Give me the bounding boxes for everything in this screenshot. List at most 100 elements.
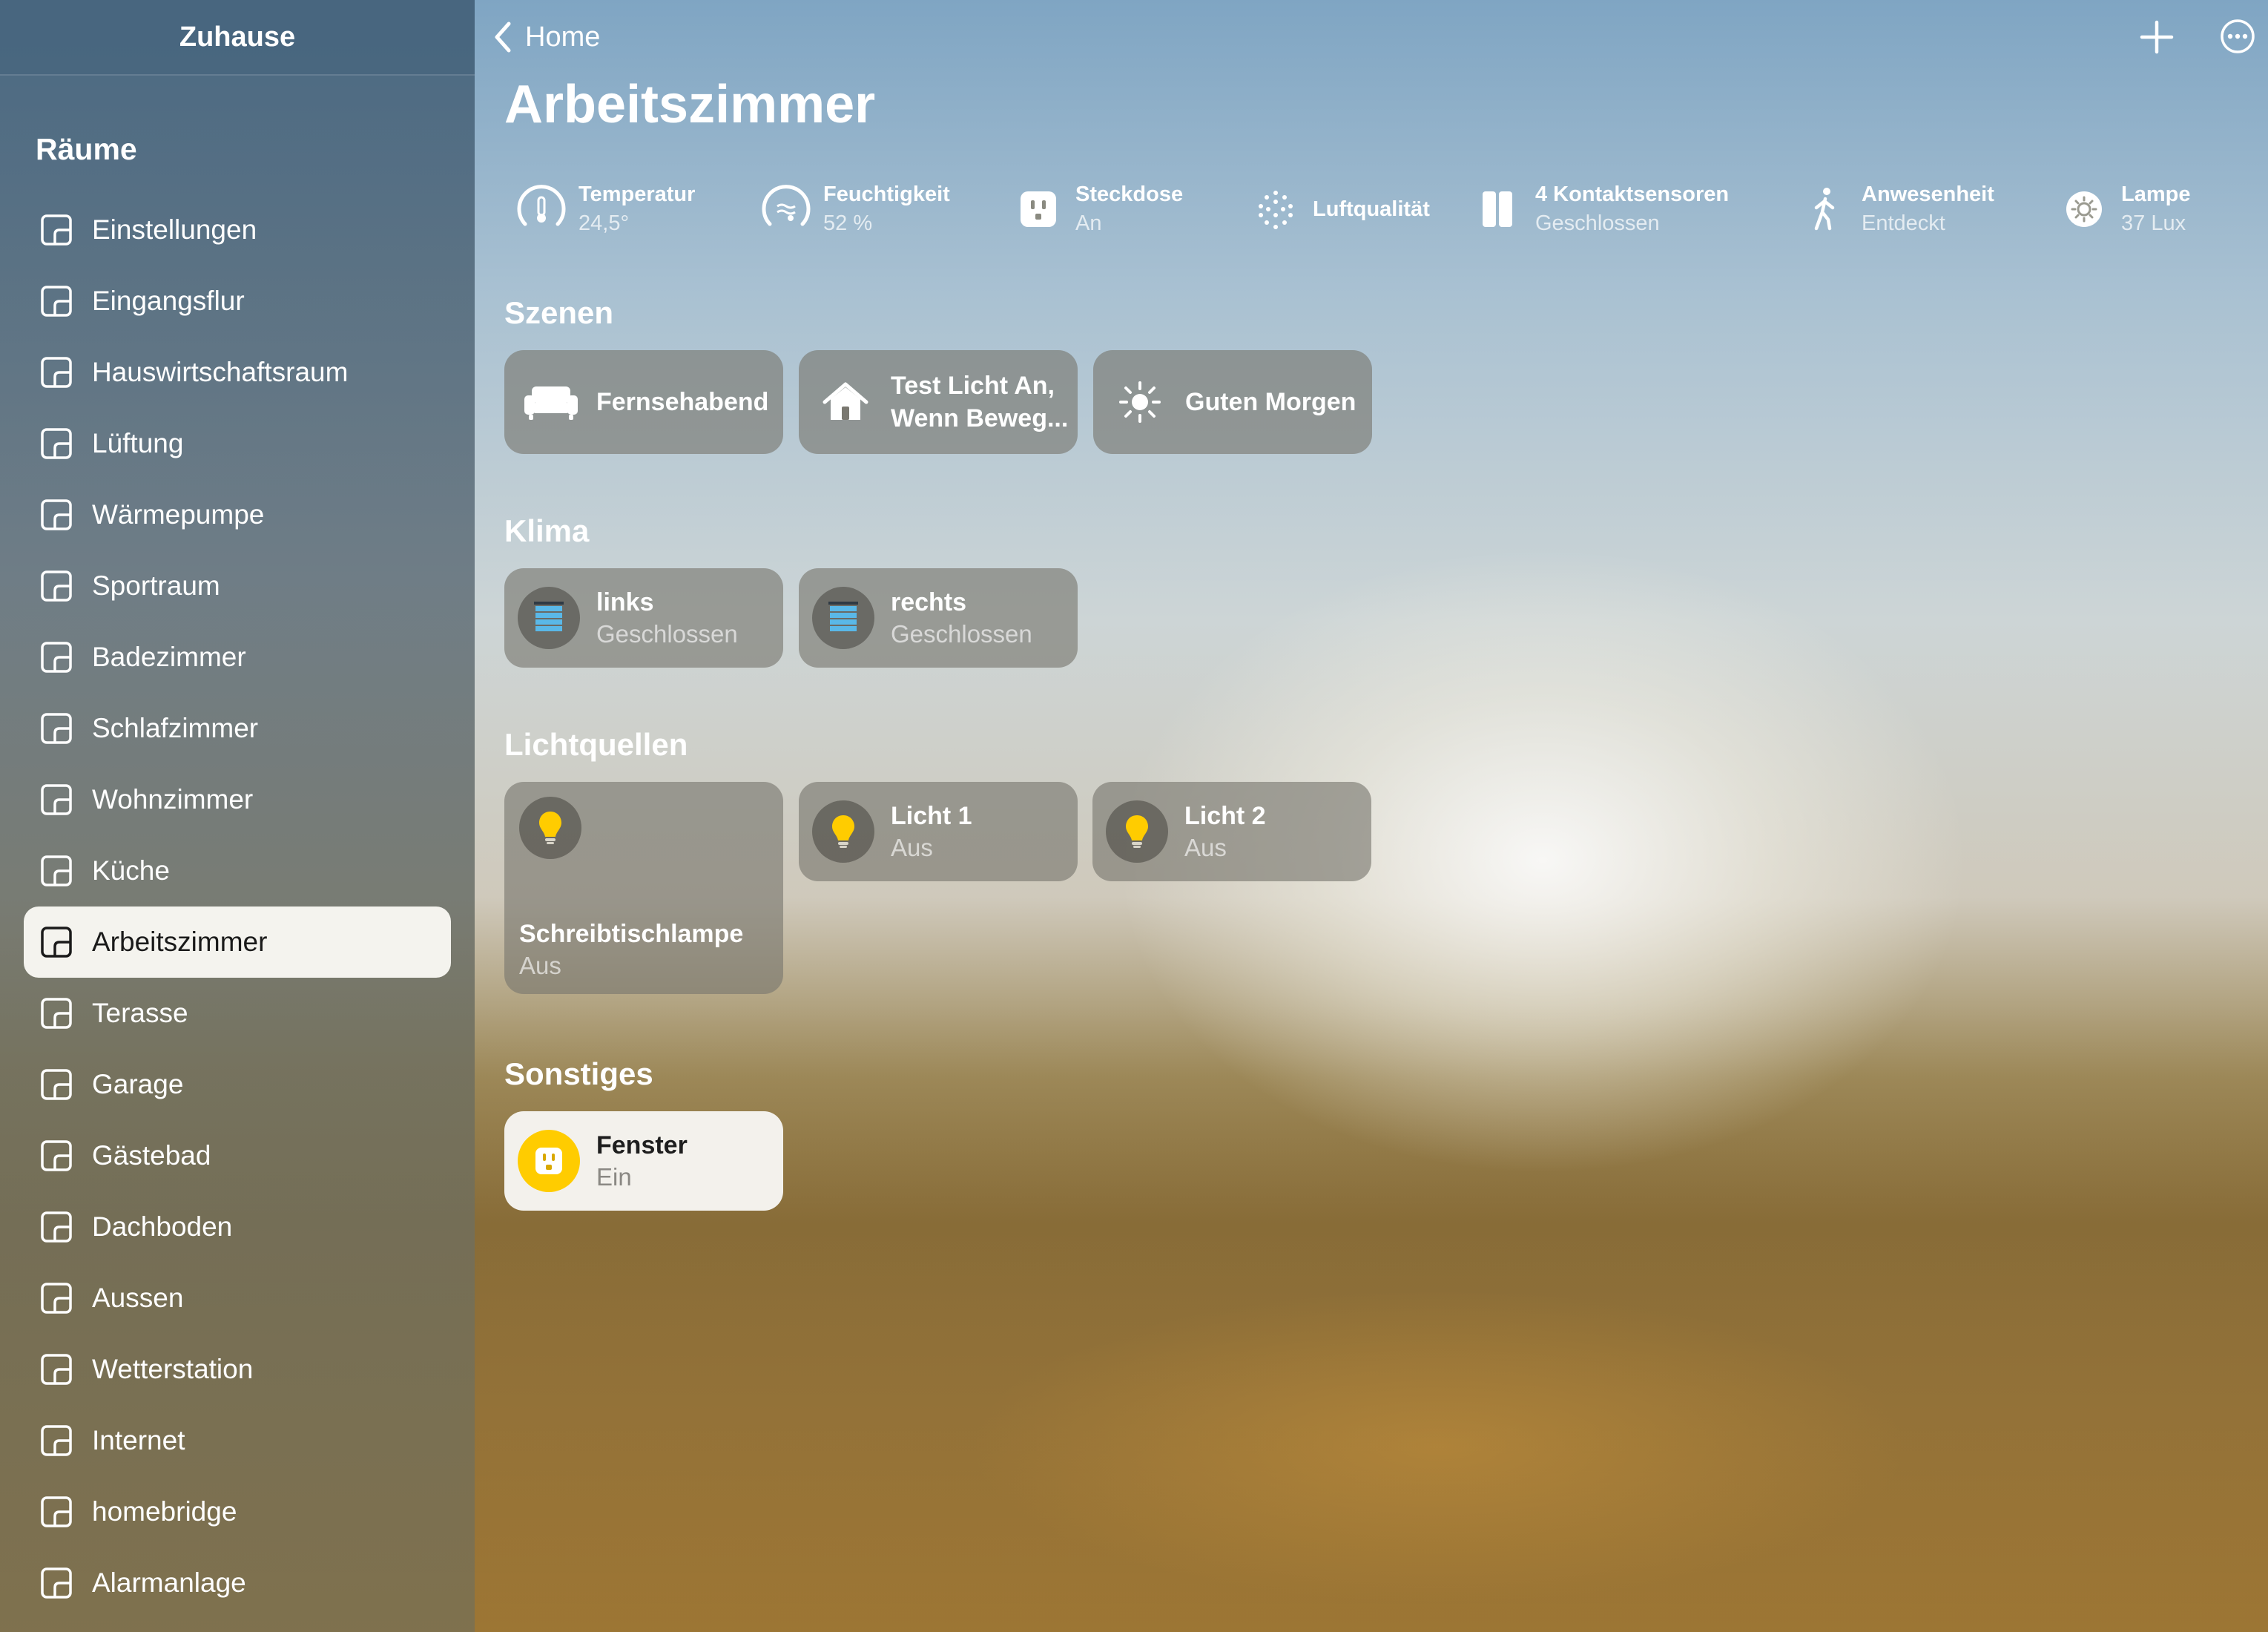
light-tile-schreibtischlampe[interactable]: Schreibtischlampe Aus <box>504 782 783 994</box>
accessory-name: Licht 1 <box>891 801 972 830</box>
sidebar-item-dachboden[interactable]: Dachboden <box>24 1191 451 1263</box>
scene-tile-test-licht[interactable]: Test Licht An, Wenn Beweg... <box>799 350 1078 454</box>
sidebar-item-label: Dachboden <box>92 1211 233 1242</box>
contact-sensor-icon <box>1468 180 1528 239</box>
status-summary-row: Temperatur 24,5° Feuchtigkeit 52 % Steckdo… <box>504 172 2268 246</box>
sidebar-item-lüftung[interactable]: Lüftung <box>24 408 451 479</box>
sidebar-item-hauswirtschaftsraum[interactable]: Hauswirtschaftsraum <box>24 337 451 408</box>
sidebar-item-sportraum[interactable]: Sportraum <box>24 550 451 622</box>
page-title: Arbeitszimmer <box>504 75 876 134</box>
room-icon <box>40 1068 73 1101</box>
status-outlet[interactable]: Steckdose An <box>1009 172 1183 246</box>
sidebar-item-einstellungen[interactable]: Einstellungen <box>24 194 451 266</box>
sidebar-item-terasse[interactable]: Terasse <box>24 978 451 1049</box>
blinds-icon <box>518 587 580 649</box>
sidebar-title: Zuhause <box>179 21 296 53</box>
lightbulb-icon <box>812 800 874 863</box>
blinds-tile-rechts[interactable]: rechts Geschlossen <box>799 568 1078 668</box>
sidebar-item-label: Wärmepumpe <box>92 499 265 530</box>
air-quality-icon <box>1246 180 1305 239</box>
sun-icon <box>1111 373 1169 431</box>
sidebar-item-wetterstation[interactable]: Wetterstation <box>24 1334 451 1405</box>
accessory-state: Aus <box>891 833 933 861</box>
plus-icon <box>2140 20 2174 54</box>
status-value: An <box>1075 211 1102 235</box>
status-contact-sensors[interactable]: 4 Kontaktsensoren Geschlossen <box>1468 172 1729 246</box>
scene-label: Fernsehabend <box>596 388 769 416</box>
status-title: Luftqualität <box>1313 197 1430 221</box>
scene-label-line1: Test Licht An, <box>891 372 1055 400</box>
accessory-name: links <box>596 588 654 616</box>
room-icon <box>40 1211 73 1243</box>
sidebar-item-label: Schlafzimmer <box>92 713 259 743</box>
status-title: Feuchtigkeit <box>823 182 950 206</box>
sidebar-item-schlafzimmer[interactable]: Schlafzimmer <box>24 693 451 764</box>
sidebar-item-eingangsflur[interactable]: Eingangsflur <box>24 266 451 337</box>
sidebar-item-label: Garage <box>92 1069 184 1099</box>
scene-tile-fernsehabend[interactable]: Fernsehabend <box>504 350 783 454</box>
status-temperature[interactable]: Temperatur 24,5° <box>512 172 695 246</box>
back-button[interactable]: Home <box>492 16 600 58</box>
sidebar-item-homebridge[interactable]: homebridge <box>24 1476 451 1547</box>
room-list: Einstellungen Eingangsflur Hauswirtschafts… <box>24 194 451 1619</box>
status-title: Temperatur <box>578 182 696 206</box>
sidebar-item-wärmepumpe[interactable]: Wärmepumpe <box>24 479 451 550</box>
accessory-name: Fenster <box>596 1131 688 1159</box>
accessory-state: Geschlossen <box>891 619 1032 648</box>
lightbulb-icon <box>1106 800 1168 863</box>
room-icon <box>40 499 73 531</box>
blinds-tile-links[interactable]: links Geschlossen <box>504 568 783 668</box>
light-tile-licht-1[interactable]: Licht 1 Aus <box>799 782 1078 881</box>
sofa-icon <box>522 373 580 431</box>
add-button[interactable] <box>2136 16 2178 58</box>
scene-tile-guten-morgen[interactable]: Guten Morgen <box>1093 350 1372 454</box>
sidebar-item-alarmanlage[interactable]: Alarmanlage <box>24 1547 451 1619</box>
status-value: 37 Lux <box>2121 211 2186 235</box>
status-value: Entdeckt <box>1862 211 1945 235</box>
scenes-section-title: Szenen <box>504 295 614 330</box>
accessory-name: Licht 2 <box>1184 801 1266 830</box>
sidebar-item-aussen[interactable]: Aussen <box>24 1263 451 1334</box>
status-humidity[interactable]: Feuchtigkeit 52 % <box>756 172 950 246</box>
outlet-icon <box>518 1130 580 1192</box>
sidebar-item-label: Lüftung <box>92 428 184 458</box>
room-icon <box>40 1139 73 1172</box>
scene-label: Guten Morgen <box>1185 388 1356 416</box>
status-value: 24,5° <box>578 211 630 235</box>
room-icon <box>40 997 73 1030</box>
lights-section-title: Lichtquellen <box>504 727 688 762</box>
sidebar-item-küche[interactable]: Küche <box>24 835 451 907</box>
status-air-quality[interactable]: Luftqualität <box>1246 172 1430 246</box>
status-light-sensor[interactable]: Lampe 37 Lux <box>2054 172 2190 246</box>
sidebar-item-label: Wetterstation <box>92 1354 254 1384</box>
sidebar-item-label: Aussen <box>92 1283 184 1313</box>
sidebar-item-label: Arbeitszimmer <box>92 927 268 957</box>
sidebar-item-label: Einstellungen <box>92 214 257 245</box>
rooms-section-title: Räume <box>36 132 137 166</box>
ellipsis-circle-icon <box>2221 19 2255 53</box>
outlet-icon <box>1009 180 1068 239</box>
status-value: Geschlossen <box>1535 211 1660 235</box>
outlet-tile-fenster[interactable]: Fenster Ein <box>504 1111 783 1211</box>
sidebar-item-arbeitszimmer[interactable]: Arbeitszimmer <box>24 907 451 978</box>
room-icon <box>40 427 73 460</box>
room-icon <box>40 356 73 389</box>
accessory-state: Aus <box>1184 833 1227 861</box>
status-value: 52 % <box>823 211 873 235</box>
status-presence[interactable]: Anwesenheit Entdeckt <box>1795 172 1994 246</box>
sidebar-item-garage[interactable]: Garage <box>24 1049 451 1120</box>
more-button[interactable] <box>2219 18 2256 55</box>
sidebar-item-gästebad[interactable]: Gästebad <box>24 1120 451 1191</box>
room-icon <box>40 926 73 958</box>
top-bar: Home <box>475 0 2268 74</box>
room-icon <box>40 855 73 887</box>
scene-label-line2: Wenn Beweg... <box>891 404 1069 432</box>
room-icon <box>40 712 73 745</box>
sidebar-item-badezimmer[interactable]: Badezimmer <box>24 622 451 693</box>
light-tile-licht-2[interactable]: Licht 2 Aus <box>1092 782 1371 881</box>
blinds-icon <box>812 587 874 649</box>
sidebar-header: Zuhause <box>0 0 475 76</box>
sidebar-item-internet[interactable]: Internet <box>24 1405 451 1476</box>
humidity-gauge-icon <box>756 180 816 239</box>
sidebar-item-wohnzimmer[interactable]: Wohnzimmer <box>24 764 451 835</box>
